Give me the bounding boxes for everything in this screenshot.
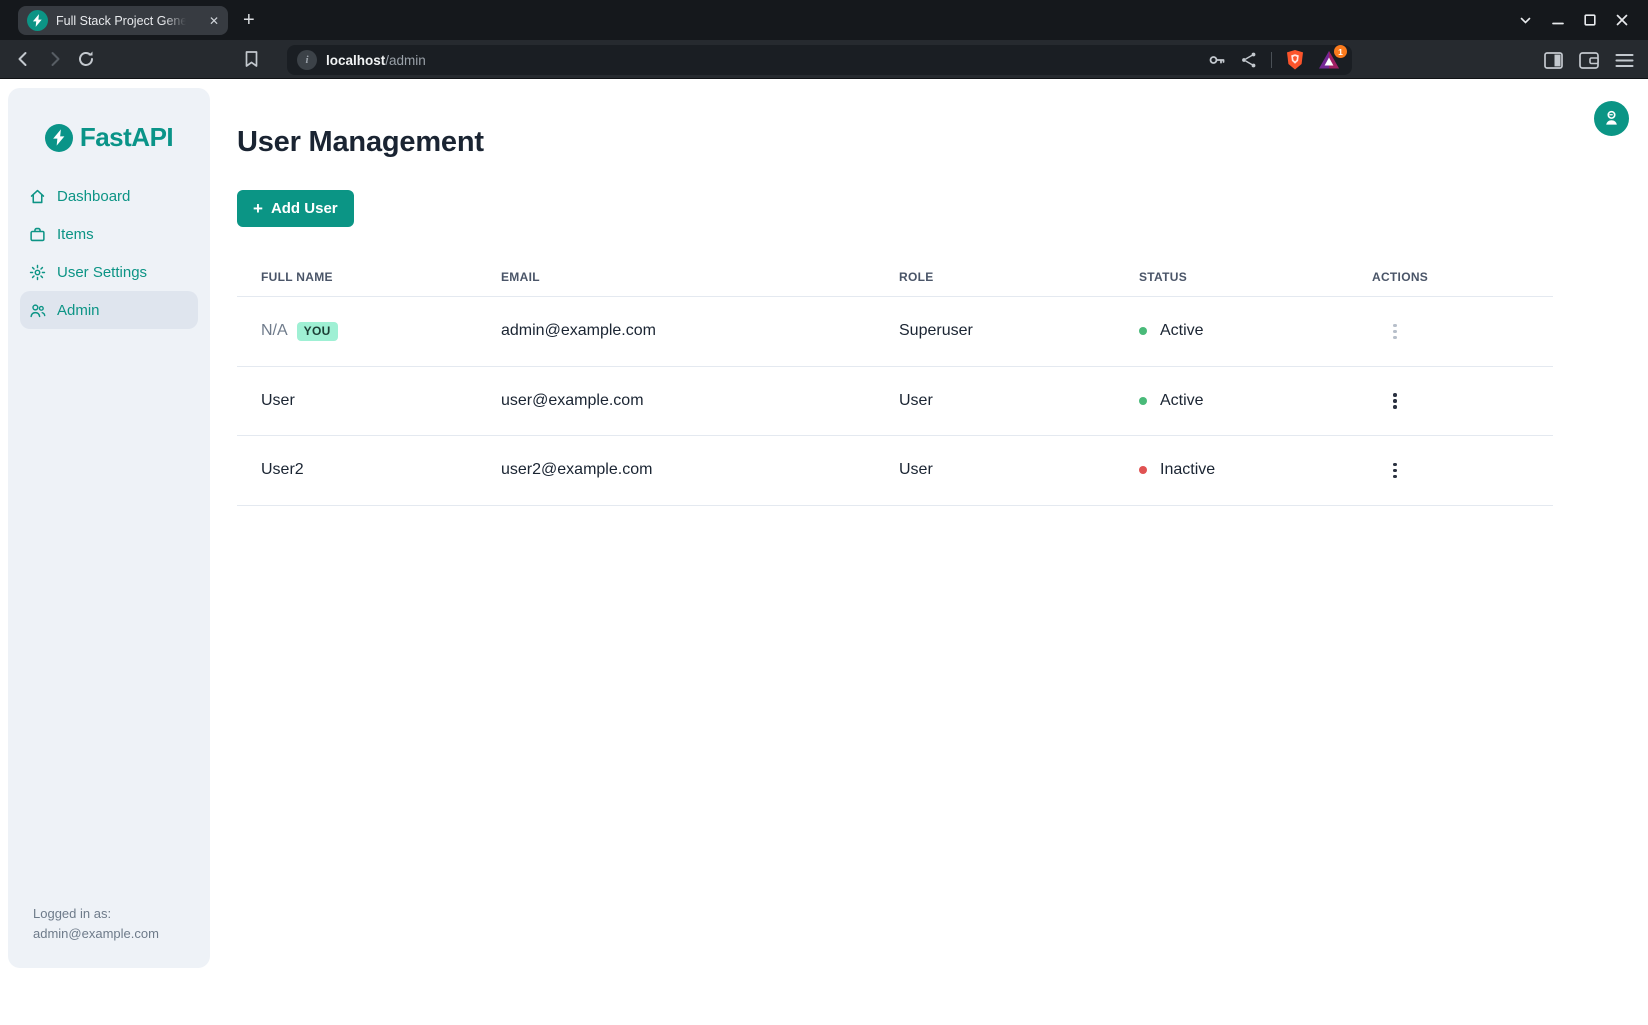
user-menu-button[interactable] [1594,101,1629,136]
new-tab-button[interactable]: + [243,8,255,32]
cell-status: Active [1139,392,1372,410]
user-avatar-icon [1602,109,1621,128]
browser-toolbar: i localhost/admin 1 [0,40,1648,79]
cell-role: Superuser [899,322,1139,340]
brave-rewards-icon[interactable]: 1 [1318,50,1340,70]
tab-close-icon[interactable]: ✕ [209,15,219,27]
cell-role: User [899,392,1139,410]
cell-email: user2@example.com [501,461,899,479]
briefcase-icon [29,226,46,243]
cell-actions [1372,320,1553,344]
table-row: User user@example.com User Active [237,367,1553,437]
menu-hamburger-icon[interactable] [1615,53,1634,68]
sidebar-item-items[interactable]: Items [20,215,198,253]
logo-text: FastAPI [80,122,173,153]
status-dot-icon [1139,397,1147,405]
col-actions: ACTIONS [1372,270,1553,284]
browser-titlebar: Full Stack Project Genera ✕ + [0,0,1648,40]
url-bar[interactable]: i localhost/admin 1 [287,45,1352,75]
col-status: STATUS [1139,270,1372,284]
you-badge: YOU [297,322,338,341]
table-header-row: FULL NAME EMAIL ROLE STATUS ACTIONS [237,257,1553,297]
logged-in-label: Logged in as: [33,904,159,924]
browser-tab[interactable]: Full Stack Project Genera ✕ [18,6,228,35]
row-actions-kebab-icon[interactable] [1388,320,1402,344]
status-dot-icon [1139,327,1147,335]
page-content: FastAPI Dashboard Items User Settings Ad… [0,80,1648,1025]
col-role: ROLE [899,270,1139,284]
cell-full-name: N/A YOU [261,322,501,341]
sidebar: FastAPI Dashboard Items User Settings Ad… [8,88,210,968]
divider [1271,52,1272,68]
reload-button[interactable] [76,49,96,69]
table-row: User2 user2@example.com User Inactive [237,436,1553,506]
tab-search-chevron-icon[interactable] [1519,14,1532,27]
gear-icon [29,264,46,281]
sidebar-nav: Dashboard Items User Settings Admin [8,177,210,329]
cell-actions [1372,389,1553,413]
cell-full-name: User [261,392,501,410]
add-user-button[interactable]: + Add User [237,190,354,227]
site-info-icon[interactable]: i [297,50,317,70]
minimize-button[interactable] [1551,14,1564,27]
back-button[interactable] [13,49,33,69]
close-window-button[interactable] [1615,14,1628,27]
wallet-icon[interactable] [1579,52,1599,69]
col-full-name: FULL NAME [261,270,501,284]
table-body: N/A YOU admin@example.com Superuser Acti… [237,297,1553,506]
sidebar-item-dashboard[interactable]: Dashboard [20,177,198,215]
fastapi-logo-icon [45,124,73,152]
sidebar-panel-icon[interactable] [1544,52,1563,69]
sidebar-footer: Logged in as: admin@example.com [33,904,159,944]
sidebar-item-admin[interactable]: Admin [20,291,198,329]
row-actions-kebab-icon[interactable] [1388,459,1402,483]
tab-title: Full Stack Project Genera [56,14,186,28]
users-table: FULL NAME EMAIL ROLE STATUS ACTIONS N/A … [237,257,1553,506]
brave-shield-icon[interactable] [1285,49,1305,71]
col-email: EMAIL [501,270,899,284]
cell-role: User [899,461,1139,479]
maximize-button[interactable] [1583,14,1596,27]
home-icon [29,188,46,205]
fastapi-logo: FastAPI [8,122,210,153]
url-text: localhost/admin [326,53,426,68]
share-icon[interactable] [1240,51,1258,69]
cell-email: admin@example.com [501,322,899,340]
cell-status: Inactive [1139,461,1372,479]
logged-in-email: admin@example.com [33,924,159,944]
page-title: User Management [237,126,484,159]
fastapi-favicon-icon [27,10,48,31]
cell-email: user@example.com [501,392,899,410]
users-icon [29,302,46,319]
cell-full-name: User2 [261,461,501,479]
sidebar-item-user-settings[interactable]: User Settings [20,253,198,291]
bookmark-icon[interactable] [242,49,261,70]
rewards-badge: 1 [1334,45,1347,58]
password-key-icon[interactable] [1207,50,1227,70]
status-dot-icon [1139,466,1147,474]
cell-actions [1372,459,1553,483]
plus-icon: + [253,200,263,217]
row-actions-kebab-icon[interactable] [1388,389,1402,413]
forward-button[interactable] [45,49,65,69]
table-row: N/A YOU admin@example.com Superuser Acti… [237,297,1553,367]
cell-status: Active [1139,322,1372,340]
